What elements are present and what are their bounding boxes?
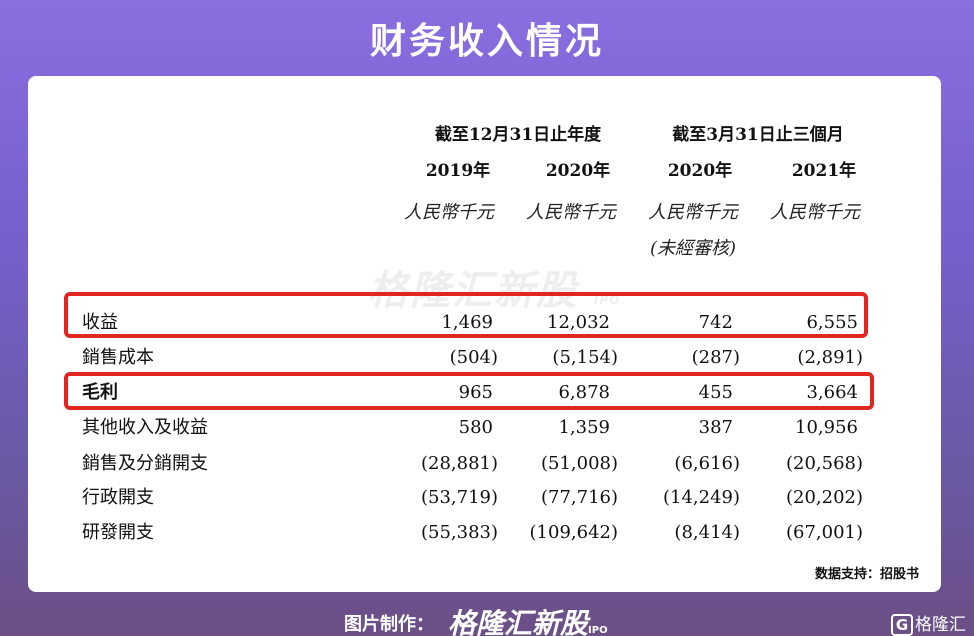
cell-value: 12,032 [547,312,610,333]
cell-value: 1,359 [558,417,610,438]
cell-value: 742 [698,312,733,333]
cell-value: 6,878 [558,382,610,403]
brand-logo: 格隆汇新股IPO [448,602,608,636]
cell-value: (51,008) [540,453,618,474]
cell-value: (77,716) [540,487,618,508]
row-label: 銷售及分銷開支 [82,453,208,474]
table-row: 研發開支 (55,383) (109,642) (8,414) (67,001) [28,516,941,550]
cell-value: (55,383) [420,522,498,543]
row-label: 毛利 [82,382,118,403]
row-label: 銷售成本 [82,347,154,368]
row-label: 收益 [82,312,118,333]
cell-value: (53,719) [420,487,498,508]
cell-value: 455 [698,382,733,403]
corner-logo-text: 格隆汇 [915,615,966,635]
cell-value: (28,881) [420,453,498,474]
cell-value: 6,555 [806,312,858,333]
page-title: 财务收入情况 [369,21,604,62]
table-row: 收益 1,469 12,032 742 6,555 [28,306,941,340]
cell-value: (20,202) [785,487,863,508]
unit-label: 人民幣千元 [526,202,616,223]
corner-logo: G 格隆汇 [891,610,966,636]
unit-label: 人民幣千元 [770,202,860,223]
financial-table-card: 截至12月31日止年度 截至3月31日止三個月 2019年 2020年 2020… [28,76,941,592]
cell-value: (504) [449,347,498,368]
row-label: 行政開支 [82,487,154,508]
header-quarter-2021: 2021年 [791,161,857,181]
header-year-group: 截至12月31日止年度 [434,125,602,145]
table-row: 行政開支 (53,719) (77,716) (14,249) (20,202) [28,481,941,515]
cell-value: (2,891) [797,347,863,368]
cell-value: (14,249) [662,487,740,508]
header-quarter-2020: 2020年 [667,161,733,181]
g-logo-icon: G [891,614,913,636]
cell-value: (6,616) [674,453,740,474]
cell-value: (67,001) [785,522,863,543]
cell-value: 10,956 [795,417,858,438]
cell-value: (109,642) [529,522,618,543]
table-row: 銷售成本 (504) (5,154) (287) (2,891) [28,341,941,375]
table-row: 銷售及分銷開支 (28,881) (51,008) (6,616) (20,56… [28,447,941,481]
table-row: 毛利 965 6,878 455 3,664 [28,376,941,410]
brand-logo-sub: IPO [588,625,608,636]
cell-value: (287) [691,347,740,368]
cell-value: 3,664 [806,382,858,403]
header-year-2020: 2020年 [545,161,611,181]
cell-value: (5,154) [552,347,618,368]
brand-logo-text: 格隆汇新股 [448,607,589,636]
footer: 图片制作： 格隆汇新股IPO G 格隆汇 [0,600,974,636]
row-label: 研發開支 [82,522,154,543]
source-note: 数据支持：招股书 [814,567,919,582]
unit-label: 人民幣千元 [404,202,494,223]
table-row: 其他收入及收益 580 1,359 387 10,956 [28,411,941,445]
cell-value: 387 [698,417,733,438]
unaudited-note: (未經審核) [649,238,737,259]
header-year-2019: 2019年 [425,161,491,181]
header-quarter-group: 截至3月31日止三個月 [672,125,844,145]
unit-label: 人民幣千元 [648,202,738,223]
row-label: 其他收入及收益 [82,417,208,438]
image-credit: 图片制作： [344,614,434,635]
cell-value: (8,414) [674,522,740,543]
cell-value: (20,568) [785,453,863,474]
